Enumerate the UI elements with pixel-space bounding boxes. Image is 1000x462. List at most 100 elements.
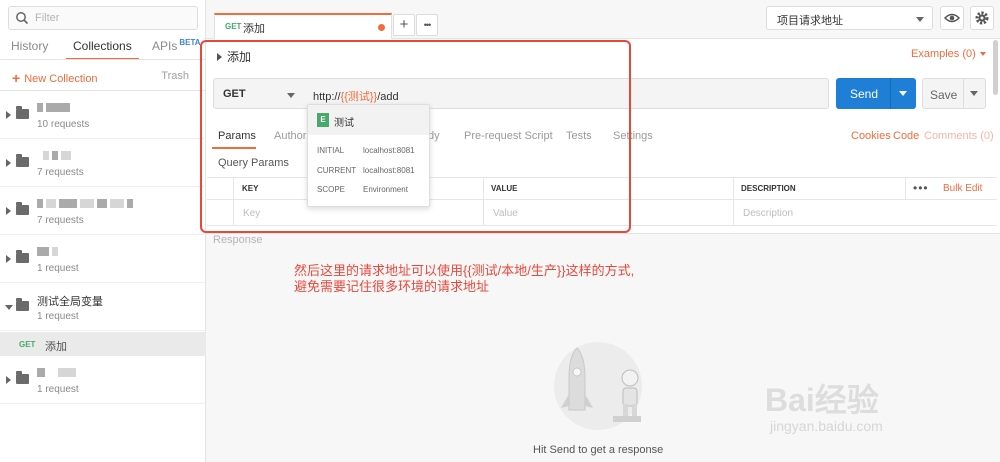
caret-down-icon[interactable] (5, 305, 13, 310)
method-value: GET (223, 88, 246, 100)
request-name-header[interactable]: 添加 (217, 48, 251, 65)
caret-right-icon[interactable] (6, 207, 11, 215)
caret-right-icon[interactable] (6, 111, 11, 119)
folder-icon (16, 202, 29, 215)
trash-button[interactable]: Trash (161, 70, 189, 82)
value-header: VALUE (491, 184, 518, 193)
tab-apis-label: APIs (152, 39, 178, 53)
collection-request-count: 7 requests (37, 215, 84, 226)
description-input[interactable]: Description (743, 208, 793, 219)
value-input[interactable]: Value (493, 208, 518, 219)
collection-name (37, 245, 61, 257)
examples-dropdown[interactable]: Examples (0) (911, 48, 986, 60)
folder-icon (16, 154, 29, 167)
folder-icon (16, 371, 29, 384)
key-input[interactable]: Key (243, 208, 260, 219)
unsaved-dot-icon (378, 24, 385, 31)
collection-item[interactable]: 1 request (0, 356, 206, 404)
chevron-down-icon (287, 93, 295, 98)
scope-value: Environment (363, 185, 408, 194)
request-name: 添加 (45, 341, 67, 353)
tab-settings[interactable]: Settings (613, 130, 653, 142)
initial-label: INITIAL (317, 146, 345, 155)
url-variable: {{测试}} (340, 91, 378, 103)
tab-authorization[interactable]: Authori (274, 130, 309, 142)
tab-tests[interactable]: Tests (566, 130, 592, 142)
collection-item[interactable]: 7 requests (0, 139, 206, 187)
collection-request-count: 1 request (37, 384, 79, 395)
active-tab-indicator (212, 147, 256, 149)
table-options-button[interactable]: ••• (913, 181, 929, 195)
new-collection-button[interactable]: + New Collection (12, 69, 98, 86)
collection-name (37, 149, 74, 161)
environment-select[interactable]: 项目请求地址 (766, 6, 933, 30)
folder-icon (16, 298, 29, 311)
chevron-down-icon (916, 17, 924, 22)
description-header: DESCRIPTION (741, 184, 796, 193)
settings-button[interactable] (970, 6, 994, 30)
new-collection-label: New Collection (24, 73, 98, 85)
current-value: localhost:8081 (363, 166, 415, 175)
search-icon (15, 11, 29, 28)
url-text: http://{{测试}}/add (313, 91, 399, 103)
caret-right-icon[interactable] (6, 255, 11, 263)
query-params-title: Query Params (218, 157, 289, 169)
request-title: 添加 (227, 50, 252, 64)
cookies-link[interactable]: Cookies (851, 130, 891, 142)
tab-options-button[interactable]: ••• (416, 14, 438, 36)
caret-right-icon[interactable] (6, 376, 11, 384)
request-tab[interactable]: GET 添加 (214, 13, 392, 39)
scope-label: SCOPE (317, 185, 346, 194)
examples-label: Examples (0) (911, 48, 976, 60)
collection-name (37, 101, 73, 113)
collection-name (37, 366, 79, 378)
method-select[interactable]: GET (213, 78, 306, 109)
environment-quick-look-button[interactable] (940, 6, 964, 30)
sidebar-tabs: History Collections APIs BETA (0, 36, 206, 60)
collection-item[interactable]: 10 requests (0, 91, 206, 139)
comments-link[interactable]: Comments (0) (924, 130, 994, 142)
collection-item-expanded[interactable]: 测试全局变量 1 request (0, 283, 206, 331)
tab-history[interactable]: History (11, 36, 48, 60)
method-badge: GET (225, 22, 242, 31)
current-label: CURRENT (317, 166, 357, 175)
tab-params[interactable]: Params (218, 130, 256, 142)
save-button[interactable]: Save (922, 78, 986, 109)
scrollbar[interactable] (993, 40, 998, 95)
chevron-down-icon[interactable] (899, 91, 907, 96)
caret-right-icon[interactable] (6, 159, 11, 167)
new-tab-button[interactable]: + (393, 14, 415, 36)
initial-value: localhost:8081 (363, 146, 415, 155)
divider (890, 78, 891, 109)
send-label: Send (850, 87, 879, 101)
tab-apis[interactable]: APIs BETA (152, 36, 201, 60)
tab-collections[interactable]: Collections (66, 36, 139, 60)
request-tab-bar: GET 添加 + ••• 项目请求地址 (206, 0, 1000, 39)
send-button[interactable]: Send (836, 78, 916, 109)
collection-request-count: 7 requests (37, 167, 84, 178)
annotation-line-2: 避免需要记住很多环境的请求地址 (294, 279, 490, 294)
environment-badge: E (317, 113, 329, 127)
environment-value: 项目请求地址 (777, 15, 843, 27)
tab-pre-request-script[interactable]: Pre-request Script (464, 130, 553, 142)
caret-right-icon (217, 53, 222, 61)
watermark-logo: Bai经验 (765, 382, 879, 418)
chevron-down-icon (979, 52, 986, 57)
request-item[interactable]: GET 添加 (0, 332, 206, 356)
collection-request-count: 10 requests (37, 119, 90, 130)
response-title: Response (213, 234, 263, 246)
folder-icon (16, 106, 29, 119)
collection-item[interactable]: 7 requests (0, 187, 206, 235)
filter-box[interactable] (8, 6, 198, 30)
eye-icon (943, 13, 961, 23)
bulk-edit-link[interactable]: Bulk Edit (943, 183, 982, 194)
code-link[interactable]: Code (893, 130, 919, 142)
filter-input[interactable] (35, 10, 190, 26)
chevron-down-icon[interactable] (970, 91, 978, 96)
divider (963, 79, 964, 108)
collection-name: 测试全局变量 (37, 296, 103, 308)
response-hint: Hit Send to get a response (533, 444, 664, 456)
collection-item[interactable]: 1 request (0, 235, 206, 283)
variable-name: 测试 (334, 118, 354, 129)
beta-badge: BETA (179, 38, 201, 47)
